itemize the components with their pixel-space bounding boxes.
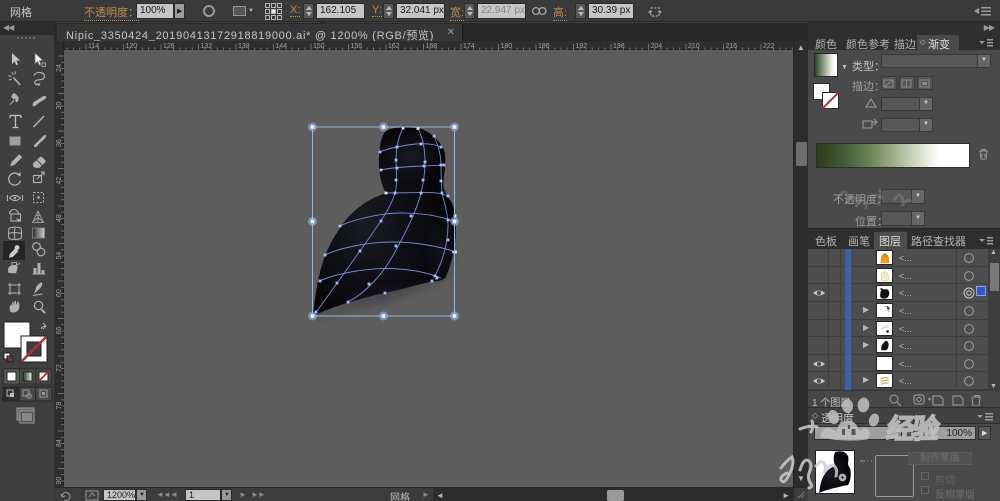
- svg-text:186: 186: [538, 43, 550, 50]
- svg-text:60: 60: [56, 289, 63, 297]
- svg-text:48: 48: [56, 214, 63, 222]
- svg-text:174: 174: [463, 43, 475, 50]
- svg-text:30: 30: [56, 102, 63, 110]
- svg-text:138: 138: [238, 43, 250, 50]
- svg-text:204: 204: [651, 43, 663, 50]
- svg-text:144: 144: [276, 43, 288, 50]
- svg-text:168: 168: [426, 43, 438, 50]
- svg-text:192: 192: [576, 43, 588, 50]
- svg-text:198: 198: [613, 43, 625, 50]
- svg-text:180: 180: [501, 43, 513, 50]
- svg-text:126: 126: [163, 43, 175, 50]
- svg-text:120: 120: [126, 43, 138, 50]
- svg-text:24: 24: [56, 64, 63, 72]
- svg-text:216: 216: [726, 43, 738, 50]
- svg-text:66: 66: [56, 327, 63, 335]
- svg-text:114: 114: [88, 43, 99, 50]
- svg-text:90: 90: [56, 477, 63, 485]
- svg-text:72: 72: [56, 364, 63, 372]
- svg-text:78: 78: [56, 402, 63, 410]
- svg-text:150: 150: [313, 43, 325, 50]
- svg-text:210: 210: [688, 43, 700, 50]
- svg-text:156: 156: [351, 43, 363, 50]
- svg-text:54: 54: [56, 252, 63, 260]
- svg-text:42: 42: [56, 177, 63, 185]
- svg-text:162: 162: [388, 43, 400, 50]
- svg-text:222: 222: [763, 43, 775, 50]
- svg-text:84: 84: [56, 439, 63, 447]
- svg-text:36: 36: [56, 139, 63, 147]
- svg-text:132: 132: [201, 43, 213, 50]
